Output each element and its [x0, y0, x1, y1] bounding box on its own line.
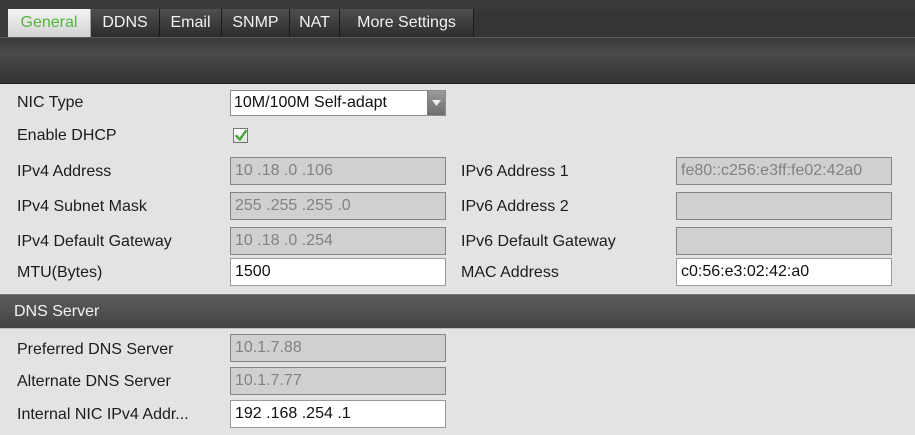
ipv6-address-1-field[interactable]: fe80::c256:e3ff:fe02:42a0: [676, 157, 892, 185]
ipv6-address-1-label: IPv6 Address 1: [461, 163, 569, 180]
ipv6-address-2-field[interactable]: [676, 192, 892, 220]
tab-ddns[interactable]: DDNS: [91, 9, 160, 37]
preferred-dns-field[interactable]: 10.1.7.88: [230, 334, 446, 362]
ipv4-address-label: IPv4 Address: [17, 163, 112, 180]
ipv6-address-2-label: IPv6 Address 2: [461, 198, 569, 215]
nic-type-label: NIC Type: [17, 94, 84, 111]
ipv4-subnet-mask-field[interactable]: 255 .255 .255 .0: [230, 192, 446, 220]
ipv4-default-gateway-field[interactable]: 10 .18 .0 .254: [230, 227, 446, 255]
network-settings-window: General DDNS Email SNMP NAT More Setting…: [0, 0, 915, 435]
mac-address-field[interactable]: c0:56:e3:02:42:a0: [676, 258, 892, 286]
header-band-top: [0, 37, 915, 54]
enable-dhcp-label: Enable DHCP: [17, 127, 117, 144]
mac-address-label: MAC Address: [461, 264, 559, 281]
ipv4-subnet-mask-label: IPv4 Subnet Mask: [17, 198, 147, 215]
alternate-dns-field[interactable]: 10.1.7.77: [230, 367, 446, 395]
ipv4-default-gateway-label: IPv4 Default Gateway: [17, 233, 172, 250]
nic-type-value: 10M/100M Self-adapt: [234, 94, 387, 111]
ipv6-default-gateway-field[interactable]: [676, 227, 892, 255]
tab-more-settings[interactable]: More Settings: [340, 9, 474, 37]
mtu-field[interactable]: 1500: [230, 258, 446, 286]
tab-email[interactable]: Email: [160, 9, 222, 37]
tab-general[interactable]: General: [8, 9, 91, 37]
alternate-dns-label: Alternate DNS Server: [17, 373, 171, 390]
mtu-label: MTU(Bytes): [17, 264, 103, 281]
ipv4-address-field[interactable]: 10 .18 .0 .106: [230, 157, 446, 185]
dns-server-section-header: DNS Server: [0, 294, 915, 328]
header-band-bottom: [0, 54, 915, 84]
section-divider: [0, 328, 915, 329]
chevron-down-icon[interactable]: [427, 91, 445, 115]
checkmark-icon: [235, 129, 247, 141]
tab-snmp[interactable]: SNMP: [222, 9, 290, 37]
internal-nic-ipv4-field[interactable]: 192 .168 .254 .1: [230, 400, 446, 428]
ipv6-default-gateway-label: IPv6 Default Gateway: [461, 233, 616, 250]
enable-dhcp-checkbox[interactable]: [233, 128, 248, 143]
tab-bar-filler: [474, 9, 915, 37]
nic-type-select[interactable]: 10M/100M Self-adapt: [230, 90, 446, 116]
tab-nat[interactable]: NAT: [290, 9, 340, 37]
tab-bar: General DDNS Email SNMP NAT More Setting…: [0, 0, 915, 37]
dns-server-section-title: DNS Server: [14, 303, 100, 320]
preferred-dns-label: Preferred DNS Server: [17, 341, 174, 358]
internal-nic-ipv4-label: Internal NIC IPv4 Addr...: [17, 406, 189, 423]
